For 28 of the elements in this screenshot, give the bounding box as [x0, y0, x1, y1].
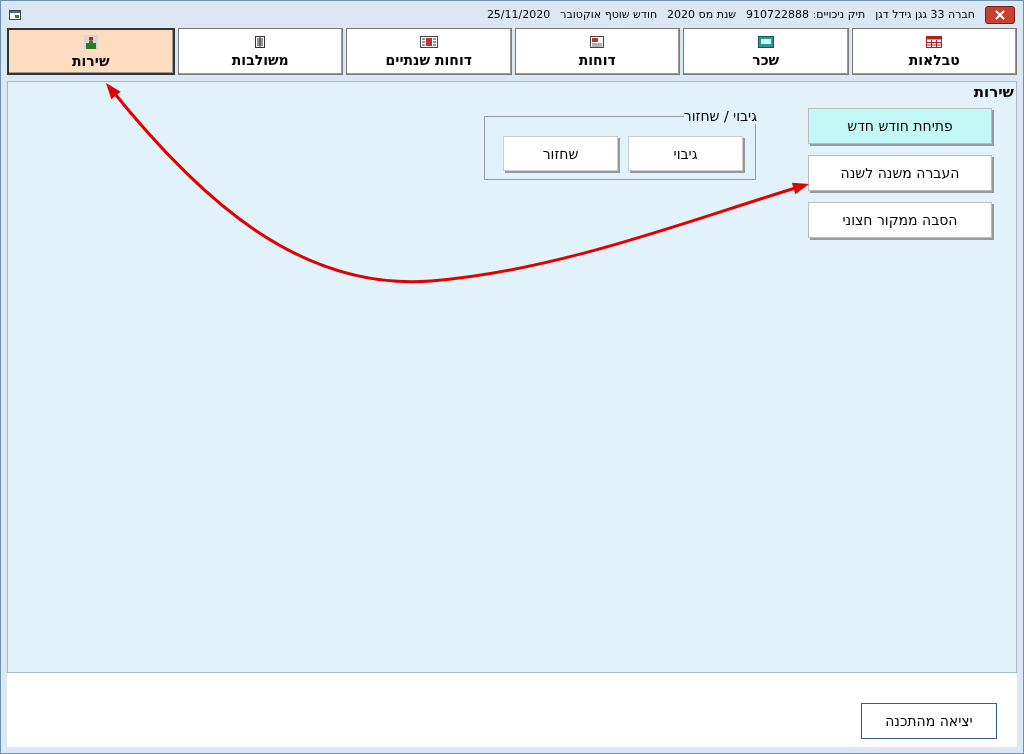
monitor-icon: [757, 35, 774, 48]
menu-tab[interactable]: דוחות: [514, 28, 680, 75]
group-title: גיבוי / שחזור: [683, 108, 757, 124]
window-title: תיק ניכויים: 910722888: [746, 8, 866, 21]
table-icon: [926, 35, 943, 48]
window-title: 25/11/2020: [486, 8, 551, 21]
calendar-icon: [419, 35, 438, 48]
document-icon: [590, 35, 605, 48]
menu-tab[interactable]: טבלאות: [851, 28, 1017, 75]
menu-tab[interactable]: דוחות שנתיים: [346, 28, 512, 75]
window-title: שנת מס 2020: [667, 8, 737, 21]
close-button[interactable]: [985, 5, 1015, 24]
action-button[interactable]: פתיחת חודש חדש: [808, 108, 992, 144]
action-button[interactable]: העברה משנה לשנה: [808, 155, 992, 191]
panel-title: שירות: [972, 82, 1015, 102]
close-icon: [994, 9, 1006, 20]
building-icon: [253, 35, 268, 48]
window-title: חברה 33 גגן גידל דגן: [875, 8, 975, 21]
window-title: חודש שוטף אוקטובר: [560, 8, 658, 21]
action-button[interactable]: הסבה ממקור חצוני: [808, 202, 992, 238]
menu-tab[interactable]: שכר: [683, 28, 849, 75]
window-icon: [9, 9, 21, 20]
backup-button[interactable]: גיבוי: [628, 136, 743, 171]
backup-button[interactable]: שחזור: [503, 136, 618, 171]
menu-tab[interactable]: משולבות: [177, 28, 343, 75]
exit-button[interactable]: יציאה מהתכנה: [861, 703, 997, 739]
menu-tab[interactable]: שירות: [7, 28, 175, 75]
figure-icon: [83, 34, 98, 49]
